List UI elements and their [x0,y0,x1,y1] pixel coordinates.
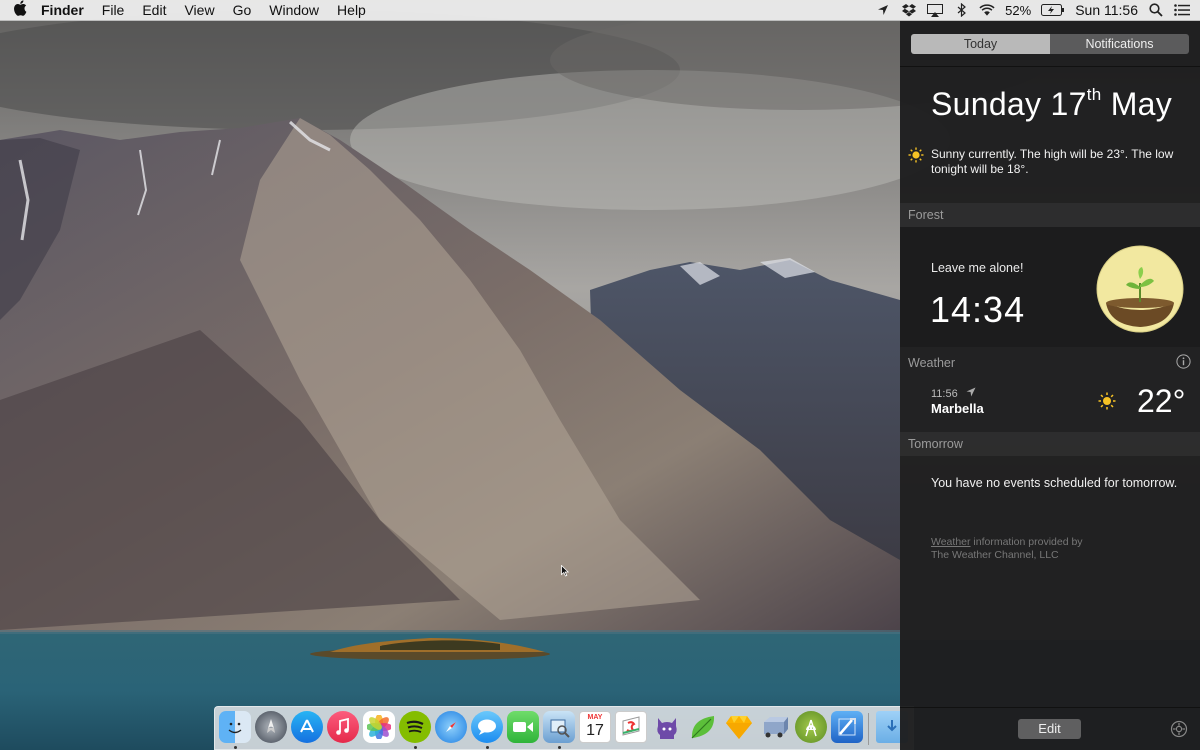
photos-icon[interactable] [363,711,395,743]
weather-temperature: 22° [1137,383,1186,419]
launchpad-icon[interactable] [255,711,287,743]
calendar-day: 17 [586,722,604,739]
menu-window[interactable]: Window [260,0,328,21]
app-store-icon[interactable] [291,711,323,743]
github-icon[interactable] [651,711,683,743]
battery-charging-icon[interactable] [1041,3,1065,17]
dock-separator [868,713,869,745]
running-indicator [234,746,237,749]
sun-icon [908,147,924,163]
facetime-icon[interactable] [507,711,539,743]
info-icon[interactable] [1176,354,1191,369]
tomorrow-section-header: Tomorrow [900,432,1200,456]
notification-center: Today Notifications Sunday 17th May Sunn… [900,21,1200,750]
spotlight-icon[interactable] [1148,3,1164,17]
running-indicator [414,746,417,749]
preview-icon[interactable] [543,711,575,743]
nc-divider [900,66,1200,67]
weather-city: Marbella [931,401,984,416]
itunes-icon[interactable] [327,711,359,743]
notification-center-icon[interactable] [1174,3,1190,17]
date-month: May [1101,86,1173,122]
calendar-icon[interactable]: MAY 17 [579,711,611,743]
date-day: Sunday 17 [931,86,1087,122]
battery-percent: 52% [1005,2,1032,18]
location-arrow-icon [966,387,976,397]
menu-view[interactable]: View [175,0,223,21]
forest-timer: 14:34 [930,289,1026,330]
sketch-icon[interactable] [723,711,755,743]
running-indicator [558,746,561,749]
menubar-clock[interactable]: Sun 11:56 [1075,2,1138,18]
weather-credit-provider: The Weather Channel, LLC [931,549,1059,561]
tab-notifications[interactable]: Notifications [1050,34,1189,54]
airplay-icon[interactable] [927,3,944,17]
today-date: Sunday 17th May [931,85,1173,123]
nc-bottom-divider [900,707,1200,708]
transmit-icon[interactable] [759,711,791,743]
sketchbook-icon[interactable] [615,711,647,743]
weather-credit-text: information provided by [970,536,1083,548]
mouse-cursor [561,565,569,577]
menu-help[interactable]: Help [328,0,375,21]
xcode-icon[interactable] [831,711,863,743]
menu-go[interactable]: Go [224,0,261,21]
running-indicator [486,746,489,749]
nc-segmented-control: Today Notifications [911,34,1189,54]
menu-bar: Finder File Edit View Go Window Help 52%… [0,0,1200,21]
weather-section-header: Weather [908,356,956,370]
spotify-icon[interactable] [399,711,431,743]
menu-file[interactable]: File [93,0,134,21]
weather-time: 11:56 [931,388,958,400]
date-suffix: th [1086,85,1102,105]
forest-section-header: Forest [900,203,1200,227]
finder-icon[interactable] [219,711,251,743]
calendar-month: MAY [587,714,603,721]
wifi-icon[interactable] [979,3,995,17]
weather-summary: Sunny currently. The high will be 23°. T… [931,147,1174,176]
leaf-icon[interactable] [687,711,719,743]
apple-logo-icon[interactable] [0,0,32,20]
menu-finder[interactable]: Finder [32,0,93,21]
edit-button[interactable]: Edit [1018,719,1081,739]
forest-message: Leave me alone! [931,261,1024,275]
weather-credit: Weather information provided by The Weat… [931,536,1083,562]
weather-credit-link[interactable]: Weather [931,536,971,548]
bluetooth-icon[interactable] [953,3,969,17]
status-area: 52% Sun 11:56 [875,2,1200,18]
forest-tree-icon [1096,245,1184,333]
dropbox-icon[interactable] [901,3,917,17]
safari-icon[interactable] [435,711,467,743]
weather-sun-icon [1098,392,1116,410]
menu-edit[interactable]: Edit [133,0,175,21]
tab-today[interactable]: Today [911,34,1050,54]
dock: MAY 17 [214,706,914,750]
gear-icon[interactable] [1170,720,1188,738]
location-icon[interactable] [875,3,891,17]
android-studio-icon[interactable] [795,711,827,743]
tomorrow-message: You have no events scheduled for tomorro… [931,476,1178,490]
messages-icon[interactable] [471,711,503,743]
